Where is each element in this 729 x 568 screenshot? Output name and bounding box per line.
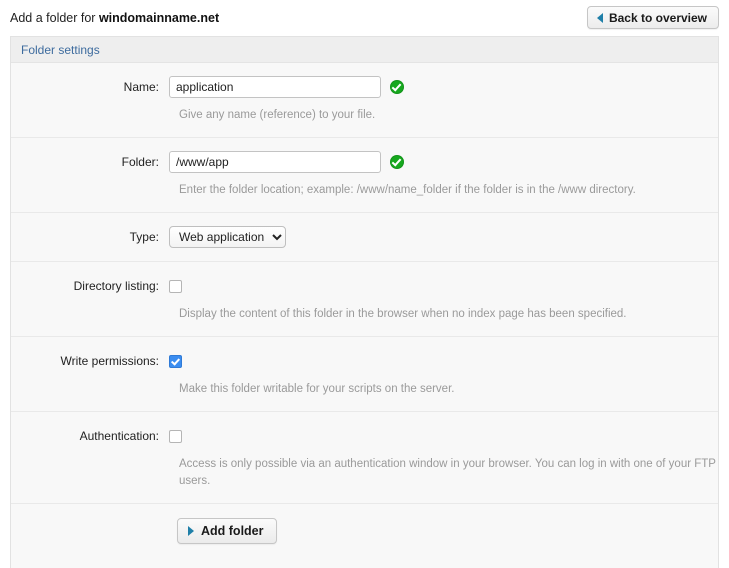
add-folder-button[interactable]: Add folder [177,518,277,544]
authentication-label: Authentication: [79,429,159,443]
write-permissions-help-text: Make this folder writable for your scrip… [179,383,455,395]
form-row-directory-listing: Directory listing: Display the content o… [11,262,718,337]
green-check-icon [390,80,404,94]
write-permissions-checkbox[interactable] [169,354,182,368]
panel-header: Folder settings [11,37,718,63]
folder-help-text: Enter the folder location; example: /www… [179,184,636,196]
form-row-actions: Add folder [11,504,718,568]
type-select[interactable]: Web application [169,226,286,248]
form-row-name: Name: Give any name (reference) to your … [11,63,718,138]
folder-settings-panel: Folder settings Name: Give any name (ref… [10,36,719,568]
authentication-help-text: Access is only possible via an authentic… [179,458,716,487]
top-bar: Add a folder for windomainname.net Back … [0,0,729,36]
folder-input[interactable] [169,151,381,173]
write-permissions-label: Write permissions: [60,354,159,368]
name-label: Name: [123,80,159,94]
page-title-prefix: Add a folder for [10,11,99,25]
page-title-domain: windomainname.net [98,11,220,25]
back-to-overview-label: Back to overview [608,10,707,25]
page-title: Add a folder for windomainname.net [10,11,219,25]
form-row-folder: Folder: Enter the folder location; examp… [11,138,718,213]
add-folder-label: Add folder [201,524,264,538]
name-help-text: Give any name (reference) to your file. [179,109,376,121]
triangle-left-icon [596,12,603,23]
authentication-checkbox[interactable] [169,429,182,443]
name-input[interactable] [169,76,381,98]
green-check-icon [390,155,404,169]
directory-listing-help-text: Display the content of this folder in th… [179,308,627,320]
directory-listing-checkbox[interactable] [169,279,182,293]
form-row-authentication: Authentication: Access is only possible … [11,412,718,504]
form-row-write-permissions: Write permissions: Make this folder writ… [11,337,718,412]
directory-listing-label: Directory listing: [73,279,159,293]
back-to-overview-button[interactable]: Back to overview [586,6,719,29]
type-label: Type: [129,230,159,244]
panel-header-title: Folder settings [21,42,100,57]
folder-label: Folder: [121,155,159,169]
form-row-type: Type: Web application [11,213,718,262]
triangle-right-icon [188,526,194,536]
